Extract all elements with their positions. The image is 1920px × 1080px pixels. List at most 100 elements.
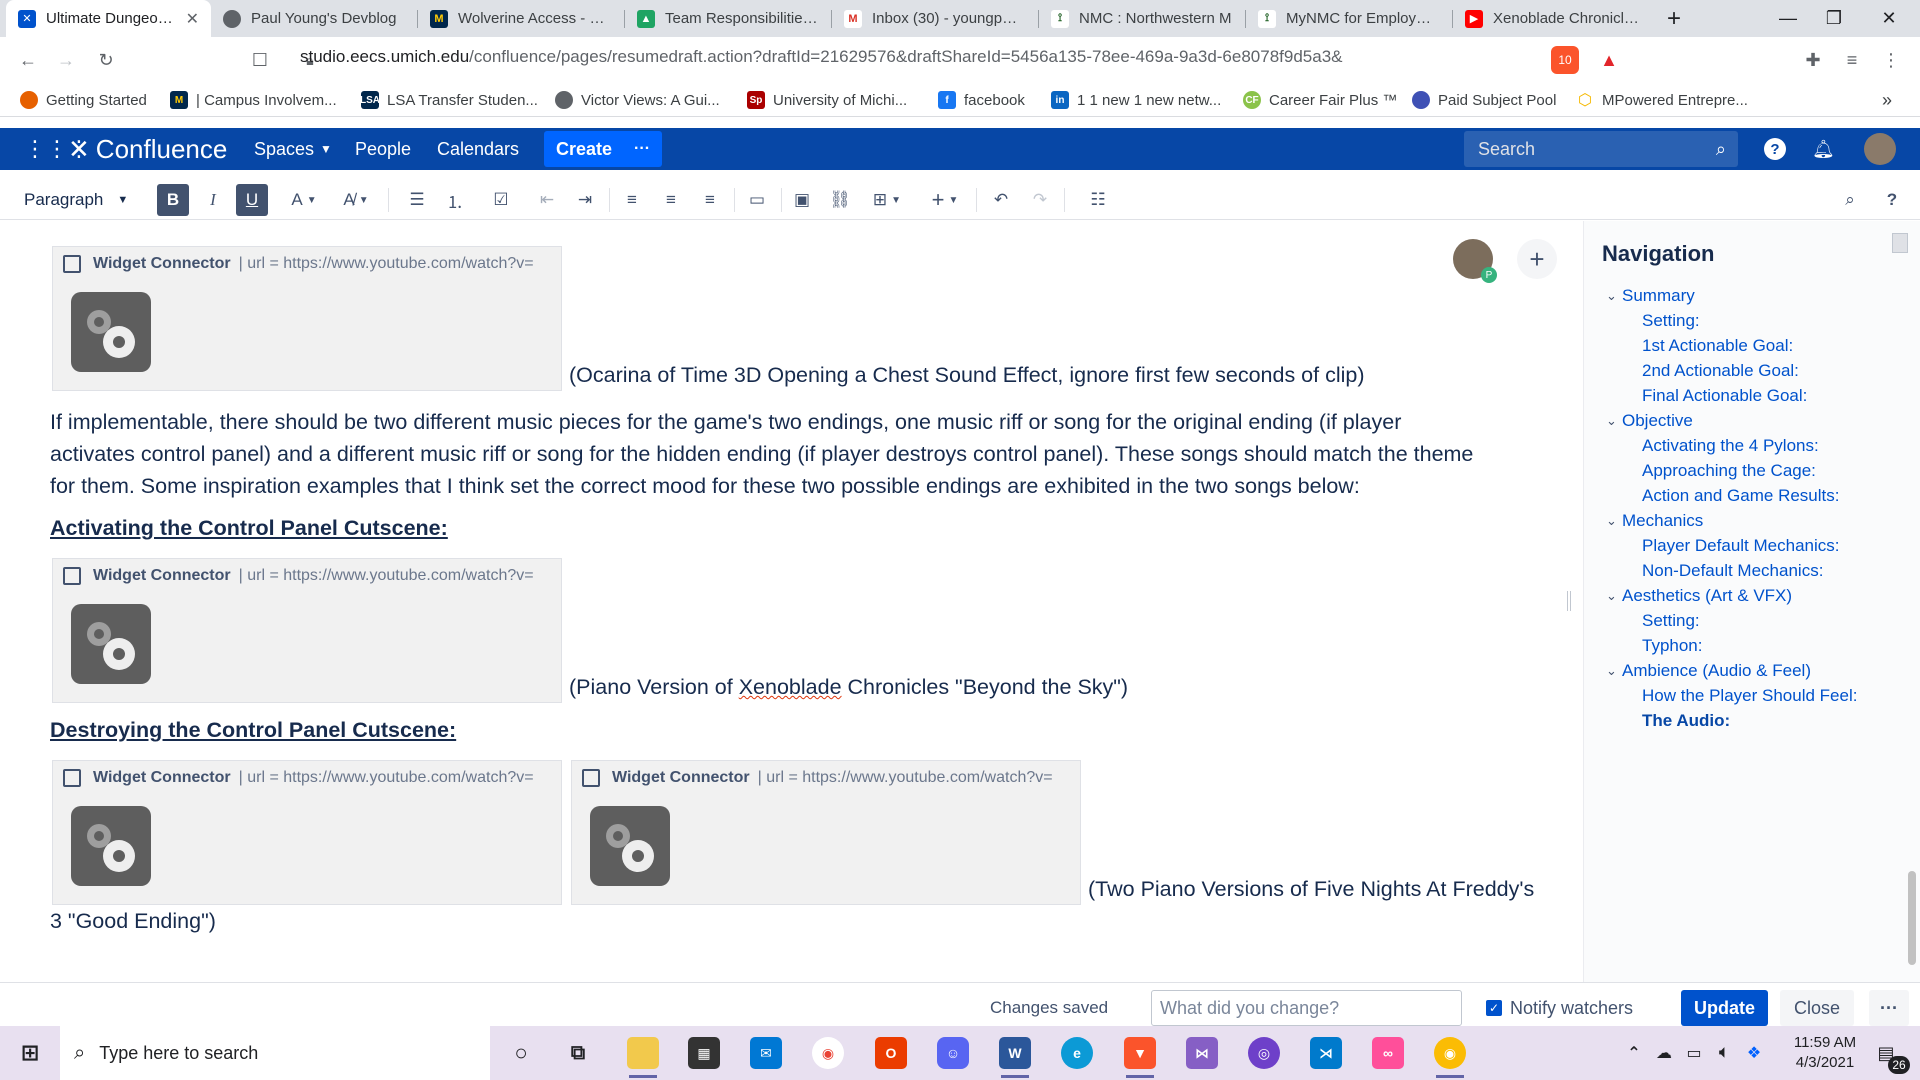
- chevron-down-icon[interactable]: ⌄: [1606, 513, 1617, 529]
- numbered-list-icon[interactable]: ⒈: [441, 184, 469, 216]
- confluence-logo[interactable]: ✕ Confluence: [68, 128, 227, 170]
- task-list-icon[interactable]: ☑: [487, 184, 515, 216]
- spellcheck-word[interactable]: Xenoblade: [739, 675, 842, 699]
- bookmark-item[interactable]: M | Campus Involvem...: [170, 89, 337, 111]
- close-button[interactable]: Close: [1780, 990, 1854, 1026]
- brave-shield-icon[interactable]: 10: [1551, 46, 1579, 74]
- nav-item-player-feel[interactable]: How the Player Should Feel:: [1642, 686, 1857, 706]
- close-tab-icon[interactable]: ✕: [186, 9, 199, 29]
- page-layout-icon[interactable]: ▭: [743, 184, 771, 216]
- creative-cloud-icon[interactable]: ∞: [1372, 1037, 1404, 1069]
- create-button[interactable]: Create ···: [544, 131, 662, 167]
- minimize-icon[interactable]: —: [1765, 0, 1811, 37]
- browser-tab-7[interactable]: ▶ Xenoblade Chronicles -: [1453, 0, 1658, 37]
- underline-button[interactable]: U: [236, 184, 268, 216]
- invite-collaborator-button[interactable]: +: [1517, 239, 1557, 279]
- bookmark-item[interactable]: LSA LSA Transfer Studen...: [360, 89, 538, 111]
- nav-calendars[interactable]: Calendars: [437, 128, 519, 170]
- chevron-up-icon[interactable]: ⌃: [1618, 1037, 1650, 1069]
- mail-icon[interactable]: ✉: [750, 1037, 782, 1069]
- undo-icon[interactable]: ↶: [987, 184, 1015, 216]
- avatar[interactable]: [1864, 133, 1896, 165]
- chrome-canary-icon[interactable]: ◉: [1434, 1037, 1466, 1078]
- browser-tab-2[interactable]: M Wolverine Access - Find: [418, 0, 623, 37]
- task-view-icon[interactable]: ⧉: [562, 1037, 594, 1069]
- word-icon[interactable]: W: [999, 1037, 1031, 1078]
- nav-item-aesthetics[interactable]: Aesthetics (Art & VFX): [1622, 586, 1792, 606]
- windows-start-icon[interactable]: ⊞: [14, 1037, 46, 1069]
- outdent-icon[interactable]: ⇤: [533, 184, 561, 216]
- chevron-down-icon[interactable]: ⌄: [1606, 663, 1617, 679]
- brave-rewards-icon[interactable]: ▲: [1595, 46, 1623, 74]
- menu-icon[interactable]: ⋮: [1877, 46, 1905, 74]
- browser-tab-0[interactable]: ✕ Ultimate Dungeon C ✕: [6, 0, 211, 37]
- nav-item-objective[interactable]: Objective: [1622, 411, 1693, 431]
- maximize-icon[interactable]: ❐: [1811, 0, 1857, 37]
- close-window-icon[interactable]: ✕: [1866, 0, 1912, 37]
- bookmark-item[interactable]: ⬡ MPowered Entrepre...: [1576, 89, 1748, 111]
- browser-tab-1[interactable]: Paul Young's Devblog: [211, 0, 416, 37]
- store-icon[interactable]: ▦: [688, 1037, 720, 1069]
- more-options-button[interactable]: ···: [1869, 990, 1909, 1026]
- text-color-button[interactable]: A ▼: [284, 184, 324, 216]
- nav-item-cage[interactable]: Approaching the Cage:: [1642, 461, 1816, 481]
- link-icon[interactable]: ⛓: [826, 184, 854, 216]
- file-explorer-icon[interactable]: [627, 1037, 659, 1078]
- widget-connector-4[interactable]: Widget Connector | url = https://www.yout…: [571, 760, 1081, 905]
- notify-watchers-checkbox[interactable]: ✓: [1486, 1000, 1502, 1016]
- browser-tab-6[interactable]: ⟟ MyNMC for Employees: [1246, 0, 1451, 37]
- browser-tab-5[interactable]: ⟟ NMC : Northwestern M: [1039, 0, 1244, 37]
- align-right-icon[interactable]: ≡: [696, 184, 724, 216]
- discord-icon[interactable]: ☺: [937, 1037, 969, 1069]
- widget-connector-3[interactable]: Widget Connector | url = https://www.yout…: [52, 760, 562, 905]
- bookmark-item[interactable]: Victor Views: A Gui...: [555, 89, 720, 111]
- search-input[interactable]: Search ⌕: [1464, 131, 1738, 167]
- help-icon[interactable]: ?: [1878, 184, 1906, 216]
- bookmark-item[interactable]: in 1 1 new 1 new netw...: [1051, 89, 1221, 111]
- chrome-icon[interactable]: ◉: [812, 1037, 844, 1069]
- create-more-icon[interactable]: ···: [634, 140, 650, 158]
- notifications-icon[interactable]: 🔔︎: [1812, 128, 1835, 170]
- nav-item-setting[interactable]: Setting:: [1642, 311, 1700, 331]
- table-of-contents-icon[interactable]: ☷: [1084, 184, 1112, 216]
- address-bar[interactable]: studio.eecs.umich.edu/confluence/pages/r…: [300, 47, 1343, 67]
- back-icon[interactable]: ←: [14, 46, 42, 74]
- office-icon[interactable]: O: [875, 1037, 907, 1069]
- insert-more-icon[interactable]: + ▼: [924, 184, 966, 216]
- dropbox-icon[interactable]: ❖: [1738, 1037, 1770, 1069]
- nav-item-1st-goal[interactable]: 1st Actionable Goal:: [1642, 336, 1793, 356]
- nav-spaces[interactable]: Spaces ▼: [254, 128, 332, 170]
- collaborator-avatar[interactable]: P: [1453, 239, 1497, 283]
- bookmark-item[interactable]: CF Career Fair Plus ™: [1243, 89, 1397, 111]
- image-icon[interactable]: ▣: [788, 184, 816, 216]
- clock[interactable]: 11:59 AM 4/3/2021: [1780, 1033, 1870, 1073]
- bookmark-item[interactable]: Paid Subject Pool: [1412, 89, 1556, 111]
- browser-tab-4[interactable]: M Inbox (30) - youngpau@: [832, 0, 1037, 37]
- redo-icon[interactable]: ↷: [1026, 184, 1054, 216]
- editor-content[interactable]: Widget Connector | url = https://www.yout…: [0, 221, 1582, 982]
- table-icon[interactable]: ⊞ ▼: [866, 184, 908, 216]
- resize-handle[interactable]: [1567, 591, 1571, 611]
- cortana-icon[interactable]: ○: [505, 1037, 537, 1069]
- chevron-down-icon[interactable]: ⌄: [1606, 288, 1617, 304]
- nav-item-final-goal[interactable]: Final Actionable Goal:: [1642, 386, 1807, 406]
- nav-people[interactable]: People: [355, 128, 411, 170]
- italic-button[interactable]: I: [197, 184, 229, 216]
- bookmark-icon[interactable]: ☐: [246, 46, 274, 74]
- find-replace-icon[interactable]: ⌕: [1836, 184, 1864, 216]
- help-icon[interactable]: ?: [1764, 138, 1786, 160]
- bookmark-item[interactable]: Sp University of Michi...: [747, 89, 907, 111]
- forward-icon[interactable]: →: [52, 46, 80, 74]
- nav-item-typhon[interactable]: Typhon:: [1642, 636, 1703, 656]
- nav-item-default-mechanics[interactable]: Player Default Mechanics:: [1642, 536, 1839, 556]
- edge-icon[interactable]: e: [1061, 1037, 1093, 1069]
- text-format-button[interactable]: A̸ ▼: [336, 184, 376, 216]
- indent-icon[interactable]: ⇥: [571, 184, 599, 216]
- change-comment-input[interactable]: What did you change?: [1151, 990, 1462, 1026]
- new-tab-icon[interactable]: +: [1651, 0, 1697, 37]
- extensions-icon[interactable]: ✚: [1799, 46, 1827, 74]
- vscode-icon[interactable]: ⋊: [1310, 1037, 1342, 1069]
- volume-icon[interactable]: 🔈︎: [1708, 1037, 1740, 1069]
- reload-icon[interactable]: ↻: [92, 46, 120, 74]
- nav-item-pylons[interactable]: Activating the 4 Pylons:: [1642, 436, 1819, 456]
